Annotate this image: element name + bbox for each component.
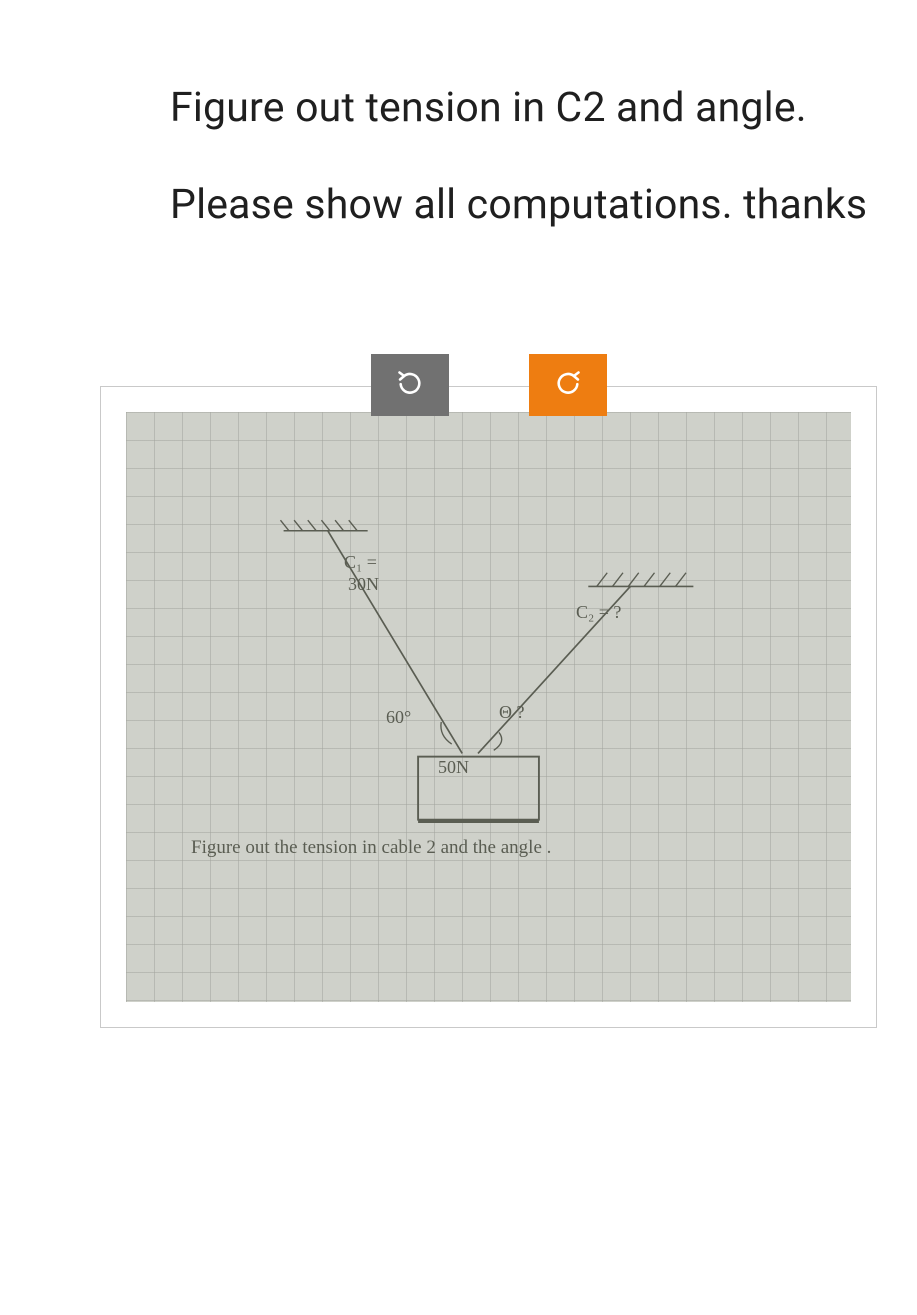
redo-icon: [554, 369, 582, 400]
c1-value: 30N: [348, 574, 379, 595]
graph-paper: C₁ = 30N C₂ = ? 60° Θ ? 50N Figure out t…: [126, 412, 851, 1002]
diagram-sketch: [126, 412, 851, 1002]
weight-label: 50N: [438, 757, 469, 778]
question-text: Figure out tension in C2 and angle. Plea…: [170, 60, 877, 254]
undo-icon: [396, 369, 424, 400]
action-buttons: [100, 354, 877, 416]
c2-label: C₂ = ?: [576, 602, 621, 623]
c1-label: C₁ =: [344, 552, 377, 573]
image-frame: C₁ = 30N C₂ = ? 60° Θ ? 50N Figure out t…: [100, 386, 877, 1028]
angle-theta: Θ ?: [499, 702, 525, 723]
redo-button[interactable]: [529, 354, 607, 416]
undo-button[interactable]: [371, 354, 449, 416]
angle-60: 60°: [386, 707, 411, 728]
diagram-caption: Figure out the tension in cable 2 and th…: [191, 837, 791, 859]
